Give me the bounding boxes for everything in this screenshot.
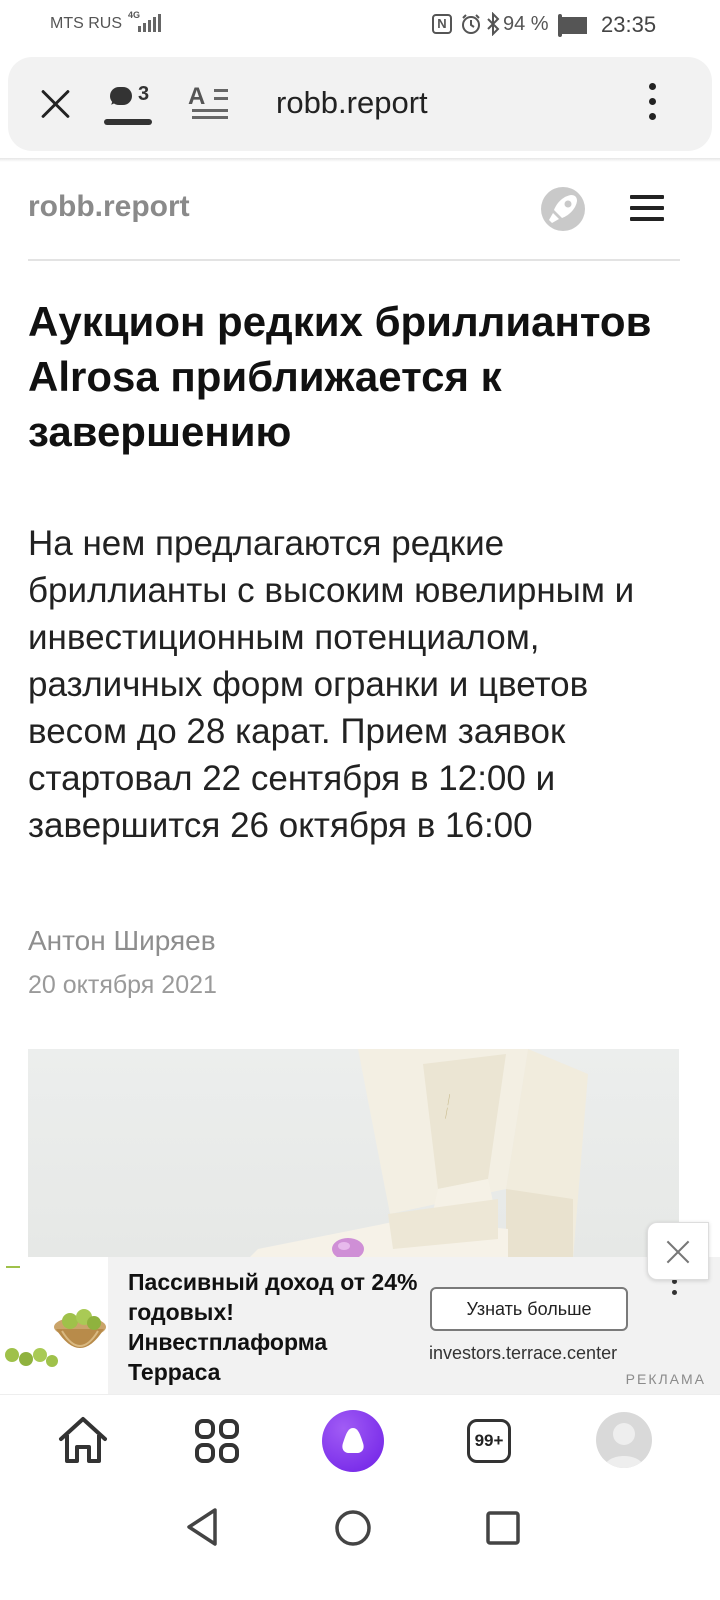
article-title: Аукцион редких бриллиантов Alrosa прибли… <box>28 298 652 455</box>
ad-text: Пассивный доход от 24% годовых! Инвестпл… <box>128 1269 418 1385</box>
more-menu-icon[interactable] <box>646 83 658 123</box>
article-image: — — <box>28 1049 679 1259</box>
menu-icon[interactable] <box>630 195 664 221</box>
toolbar-shadow <box>0 158 720 162</box>
status-bar: MTS RUS 4G N 94 % 23:35 <box>0 0 720 50</box>
reader-line <box>214 89 228 92</box>
tabs-button[interactable]: 99+ <box>467 1419 511 1463</box>
clock: 23:35 <box>601 12 657 37</box>
alice-assistant-button[interactable] <box>322 1410 384 1472</box>
ad-label: РЕКЛАМА <box>625 1371 706 1387</box>
article-lead: На нем предлагаются редкие бриллианты с … <box>28 524 635 845</box>
comments-button[interactable]: 3 <box>104 83 154 127</box>
avatar-icon <box>604 1423 644 1468</box>
reader-mode-icon[interactable]: A <box>188 83 228 123</box>
article-author[interactable]: Антон Ширяев <box>28 925 216 957</box>
url-text[interactable]: robb.report <box>276 85 428 121</box>
rocket-icon[interactable] <box>540 186 586 232</box>
close-icon[interactable] <box>38 87 72 121</box>
ad-url[interactable]: investors.terrace.center <box>429 1343 617 1364</box>
comment-icon <box>110 87 132 105</box>
bluetooth-icon <box>487 12 500 36</box>
carrier-name: MTS RUS <box>50 15 122 32</box>
reader-line <box>214 97 228 100</box>
reader-line <box>192 116 228 119</box>
browser-url-bar: 3 A robb.report <box>8 57 712 151</box>
battery-percent: 94 % <box>503 13 549 35</box>
ad-cta-button[interactable]: Узнать больше <box>430 1287 628 1331</box>
ad-image <box>0 1257 108 1394</box>
signal-icon <box>138 14 161 32</box>
nfc-icon: N <box>432 14 452 34</box>
comments-count: 3 <box>138 83 150 105</box>
home-nav-icon[interactable] <box>334 1509 372 1547</box>
back-icon[interactable] <box>184 1506 220 1548</box>
comments-indicator <box>104 119 152 125</box>
close-ad-icon[interactable] <box>647 1222 709 1280</box>
alice-icon <box>342 1428 364 1453</box>
header-divider <box>28 259 680 261</box>
recents-icon[interactable] <box>486 1511 520 1545</box>
profile-avatar[interactable] <box>596 1412 652 1468</box>
battery-icon <box>558 14 588 37</box>
alarm-icon <box>462 14 480 34</box>
article-date: 20 октября 2021 <box>28 971 217 999</box>
ad-banner[interactable]: Пассивный доход от 24% годовых! Инвестпл… <box>0 1257 720 1394</box>
home-icon[interactable] <box>57 1415 109 1465</box>
services-grid-icon[interactable] <box>194 1418 240 1464</box>
ad-more-icon[interactable] <box>672 1279 678 1301</box>
site-logo[interactable]: robb.report <box>28 190 190 224</box>
reader-line <box>192 109 228 112</box>
reader-mode-glyph: A <box>188 83 206 110</box>
